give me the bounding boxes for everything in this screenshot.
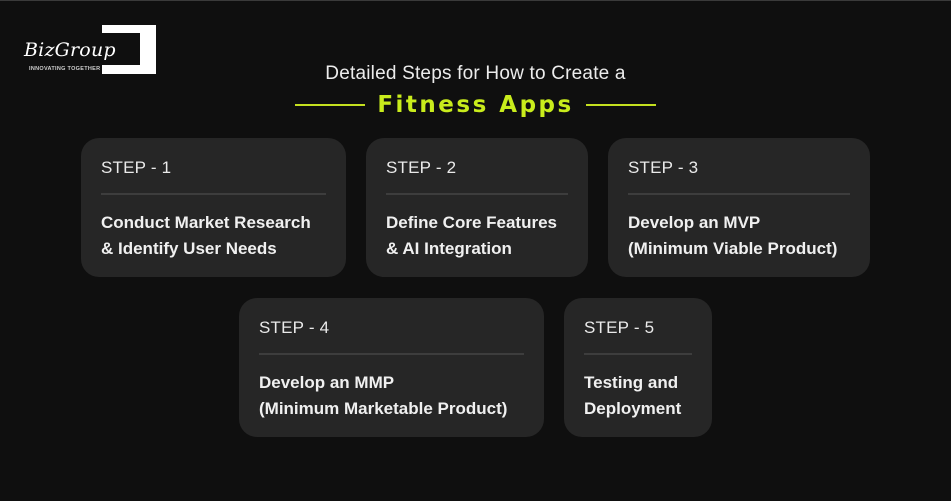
step-label: STEP - 2: [386, 158, 457, 177]
step-title: Testing and Deployment: [584, 373, 682, 418]
step-title: Conduct Market Research & Identify User …: [101, 213, 311, 258]
page-headline: Detailed Steps for How to Create a: [325, 63, 626, 84]
step-card: STEP - 5 Testing and Deployment: [564, 298, 712, 437]
card-divider: [584, 353, 692, 355]
page-subheadline: Fitness Apps: [0, 92, 951, 118]
card-divider: [628, 193, 850, 195]
card-divider: [386, 193, 568, 195]
accent-title: Fitness Apps: [377, 92, 574, 118]
top-border: [0, 0, 951, 1]
step-label: STEP - 1: [101, 158, 172, 177]
step-label: STEP - 4: [259, 318, 330, 337]
right-accent-rule: [585, 104, 656, 106]
step-title: Define Core Features & AI Integration: [386, 213, 557, 258]
card-divider: [101, 193, 326, 195]
step-title: Develop an MMP (Minimum Marketable Produ…: [259, 373, 508, 418]
logo-name: BizGroup: [24, 39, 116, 61]
step-title: Develop an MVP (Minimum Viable Product): [628, 213, 838, 258]
step-label: STEP - 3: [628, 158, 699, 177]
card-divider: [259, 353, 524, 355]
step-card: STEP - 1 Conduct Market Research & Ident…: [81, 138, 346, 277]
left-accent-rule: [295, 104, 366, 106]
step-card: STEP - 2 Define Core Features & AI Integ…: [366, 138, 588, 277]
step-label: STEP - 5: [584, 318, 655, 337]
step-card: STEP - 4 Develop an MMP (Minimum Marketa…: [239, 298, 544, 437]
step-card: STEP - 3 Develop an MVP (Minimum Viable …: [608, 138, 870, 277]
